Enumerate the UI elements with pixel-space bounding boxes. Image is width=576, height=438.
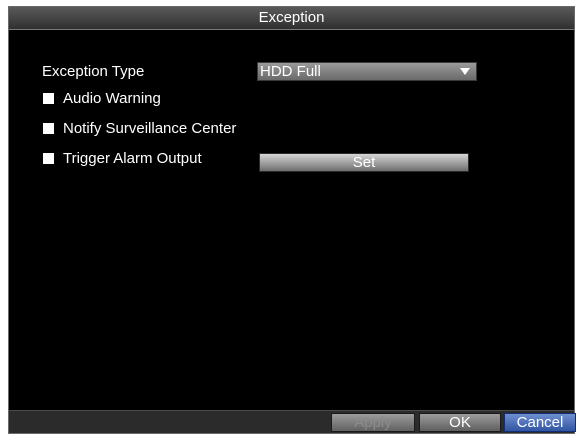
trigger-alarm-output-checkbox[interactable] (43, 153, 54, 164)
exception-type-value: HDD Full (260, 63, 321, 80)
dialog-title: Exception (9, 7, 574, 30)
exception-dialog: Exception Exception Type HDD Full Audio … (8, 6, 576, 434)
audio-warning-checkbox[interactable] (43, 93, 54, 104)
chevron-down-icon[interactable] (460, 68, 470, 75)
dialog-footer: Apply OK Cancel (9, 410, 576, 433)
cancel-button[interactable]: Cancel (504, 413, 576, 432)
exception-type-label: Exception Type (42, 63, 145, 80)
exception-type-dropdown[interactable]: HDD Full (257, 62, 477, 81)
notify-surveillance-center-checkbox[interactable] (43, 123, 54, 134)
audio-warning-label: Audio Warning (63, 90, 161, 107)
set-button[interactable]: Set (259, 153, 469, 172)
notify-surveillance-center-label: Notify Surveillance Center (63, 120, 237, 137)
ok-button[interactable]: OK (419, 413, 501, 432)
apply-button[interactable]: Apply (331, 413, 415, 432)
trigger-alarm-output-label: Trigger Alarm Output (63, 150, 202, 167)
